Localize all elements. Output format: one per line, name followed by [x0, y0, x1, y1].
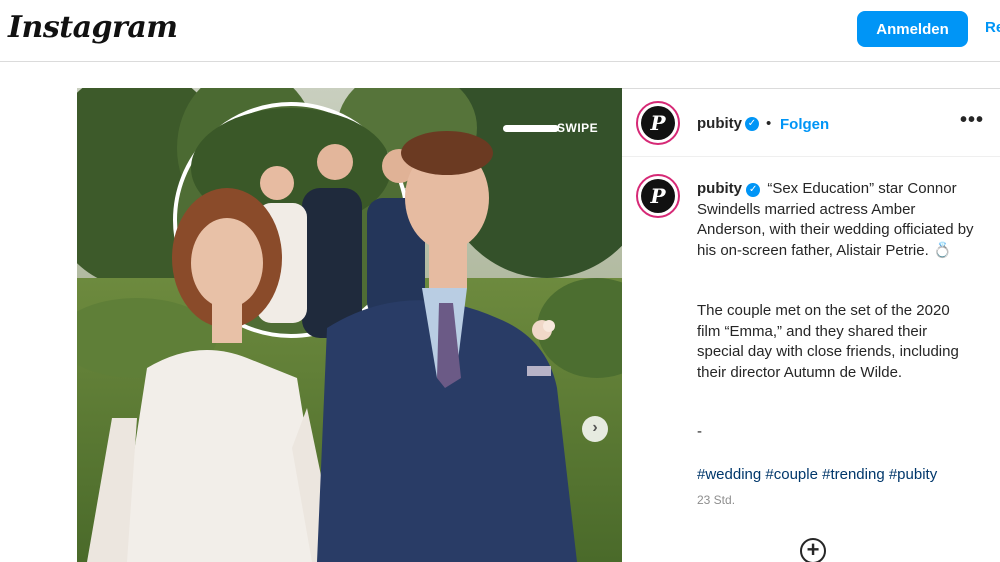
top-navigation-bar: Instagram Anmelden Re	[0, 0, 1000, 62]
swipe-overlay-text: SWIPE	[557, 121, 599, 135]
login-button[interactable]: Anmelden	[857, 11, 968, 47]
hashtag-trending[interactable]: #trending	[822, 466, 885, 483]
post-image[interactable]: SWIPE ›	[77, 88, 622, 562]
next-image-button[interactable]: ›	[582, 416, 608, 442]
instagram-logo[interactable]: Instagram	[8, 10, 178, 45]
caption-username[interactable]: pubity	[697, 180, 742, 197]
swipe-arrow-icon	[503, 125, 559, 132]
post-header: P pubity ✓ • Folgen •••	[622, 89, 1000, 157]
follow-button[interactable]: Folgen	[780, 116, 829, 133]
verified-badge-icon: ✓	[745, 117, 759, 131]
caption-paragraph-2: The couple met on the set of the 2020 fi…	[697, 302, 959, 381]
caption-dash: -	[697, 423, 702, 440]
more-options-icon[interactable]: •••	[960, 109, 984, 132]
hashtag-pubity[interactable]: #pubity	[889, 466, 937, 483]
post-timestamp: 23 Std.	[697, 493, 736, 507]
avatar[interactable]: P	[636, 101, 680, 145]
hashtag-couple[interactable]: #couple	[765, 466, 818, 483]
add-comment-icon[interactable]: +	[800, 538, 826, 562]
wedding-photo	[77, 88, 622, 562]
post-details-panel: P pubity ✓ • Folgen ••• P pubity ✓ “Sex …	[622, 88, 1000, 562]
caption-text: pubity ✓ “Sex Education” star Connor Swi…	[697, 179, 987, 261]
separator-dot: •	[766, 115, 772, 132]
verified-badge-icon: ✓	[746, 183, 761, 197]
hashtag-list: #wedding #couple #trending #pubity	[697, 466, 937, 483]
register-link[interactable]: Re	[985, 19, 1000, 36]
hashtag-wedding[interactable]: #wedding	[697, 466, 761, 483]
avatar-logo: P	[650, 184, 666, 208]
post-username[interactable]: pubity	[697, 115, 742, 132]
avatar-logo: P	[650, 111, 666, 135]
caption-avatar[interactable]: P	[636, 174, 680, 218]
